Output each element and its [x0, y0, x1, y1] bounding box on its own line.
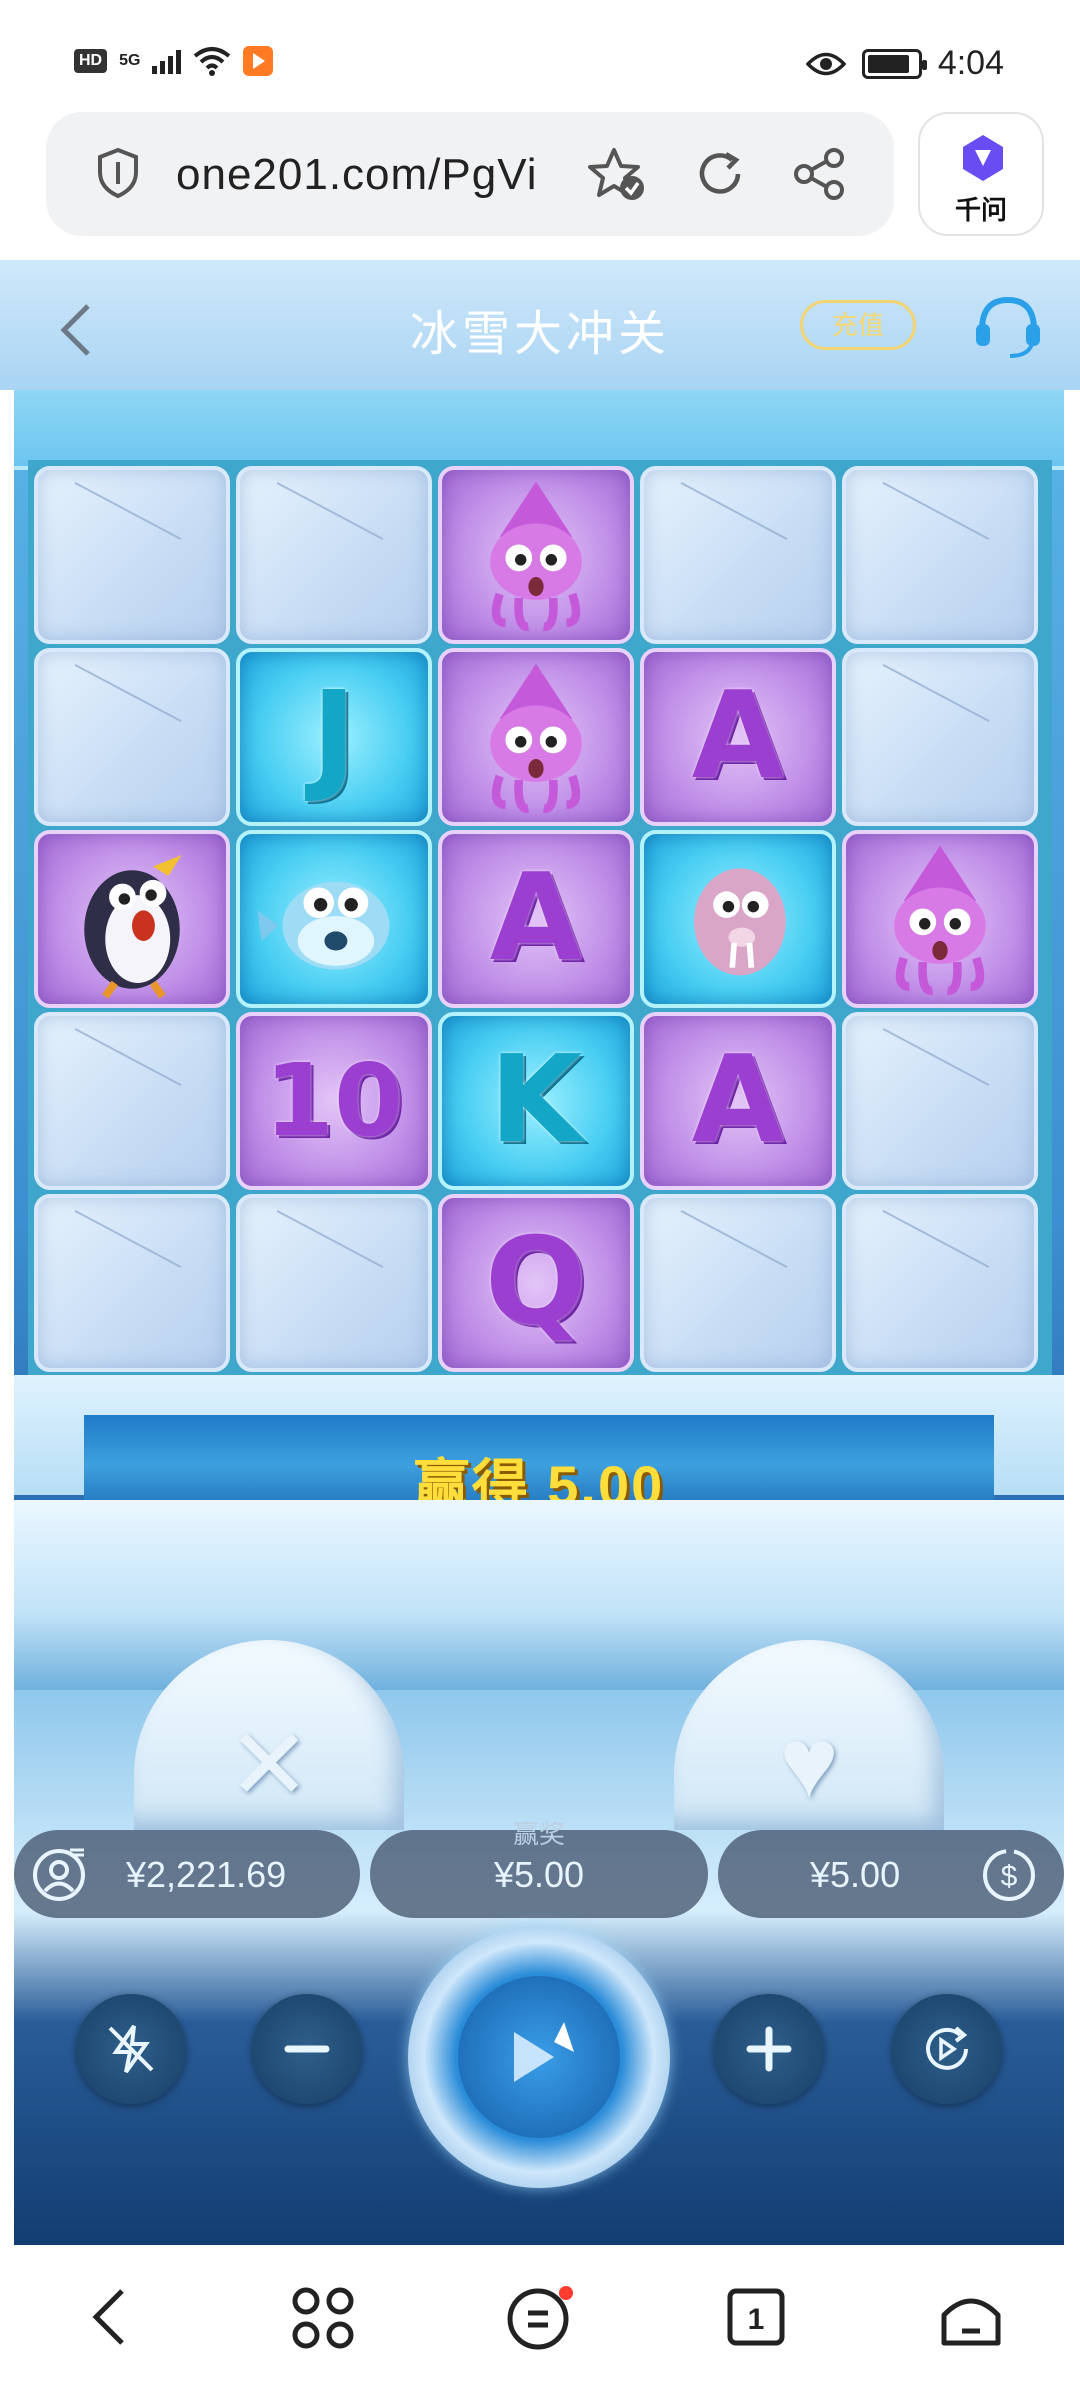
- snow-field: [14, 1500, 1064, 1690]
- grid-cell-ice: [640, 466, 836, 644]
- battery-icon: [861, 48, 927, 79]
- hd-badge: HD: [74, 49, 108, 73]
- grid-cell-ice: [34, 1012, 230, 1190]
- grid-cell-J: J: [236, 648, 432, 826]
- app-header: 冰雪大冲关 充值: [0, 260, 1080, 390]
- bet-pill[interactable]: ¥5.00 $: [718, 1830, 1064, 1918]
- ice-ceiling: [14, 390, 1064, 470]
- decrease-bet-button[interactable]: [252, 1994, 362, 2104]
- clock: 4:04: [937, 44, 1004, 82]
- autoplay-button[interactable]: [892, 1994, 1002, 2104]
- squid-icon: [490, 481, 582, 631]
- media-play-icon: [243, 46, 274, 76]
- qianwen-label: 千问: [954, 195, 1007, 225]
- browser-bottom-nav: 1: [0, 2245, 1080, 2388]
- status-right: 4:04: [805, 44, 1004, 83]
- grid-cell-ice: [34, 648, 230, 826]
- win-caption: 赢奖: [512, 1819, 565, 1849]
- turbo-button[interactable]: [76, 1994, 186, 2104]
- minus-icon: [284, 2045, 330, 2053]
- symbol-letter: 10: [264, 1042, 404, 1159]
- qianwen-logo-icon: [963, 135, 1003, 181]
- symbol-letter: Q: [484, 1213, 587, 1352]
- grid-cell-seal: [640, 830, 836, 1008]
- grid-cell-K: K: [438, 1012, 634, 1190]
- grid-cell-A: A: [640, 1012, 836, 1190]
- squid-icon: [490, 663, 582, 813]
- grid-cell-ice: [34, 466, 230, 644]
- bet-amount: ¥5.00: [810, 1854, 901, 1895]
- grid-cell-10: 10: [236, 1012, 432, 1190]
- grid-cell-ice: [640, 1194, 836, 1372]
- symbol-letter: A: [691, 667, 785, 806]
- autoplay-icon: [926, 2026, 968, 2070]
- grid-cell-ice: [842, 648, 1038, 826]
- network-type: 5G: [119, 52, 141, 69]
- url-text[interactable]: one201.com/PgVi: [176, 150, 538, 200]
- reel-grid: J A A 10 K A Q: [28, 460, 1052, 1384]
- grid-cell-ice: [236, 1194, 432, 1372]
- svg-text:1: 1: [748, 2303, 765, 2336]
- symbol-letter: K: [489, 1031, 583, 1170]
- plus-icon: [746, 2026, 792, 2072]
- grid-cell-ice: [842, 1194, 1038, 1372]
- grid-cell-penguin: [34, 830, 230, 1008]
- spin-button[interactable]: [408, 1926, 670, 2188]
- x-icon: ✕: [227, 1709, 311, 1821]
- penguin-icon: [84, 855, 182, 999]
- squid-icon: [894, 845, 986, 995]
- symbol-letter: J: [311, 667, 357, 806]
- refresh-icon[interactable]: [692, 146, 748, 202]
- wifi-icon: [194, 47, 231, 76]
- grid-cell-Q: Q: [438, 1194, 634, 1372]
- recharge-button[interactable]: 充值: [800, 300, 916, 350]
- grid-cell-squid: [842, 830, 1038, 1008]
- eye-icon: [805, 52, 846, 75]
- win-pill: 赢奖 ¥5.00: [370, 1819, 708, 1918]
- nav-tabs-icon[interactable]: 1: [724, 2285, 788, 2349]
- balance-pill[interactable]: ¥2,221.69: [14, 1830, 360, 1918]
- page-title: 冰雪大冲关: [409, 308, 670, 361]
- wallet-user-icon: [33, 1848, 85, 1901]
- grid-cell-ice: [236, 466, 432, 644]
- grid-cell-squid: [438, 648, 634, 826]
- symbol-letter: A: [691, 1031, 785, 1170]
- status-left: HD 5G: [74, 46, 274, 76]
- symbol-letter: A: [489, 849, 583, 988]
- nav-home-icon[interactable]: [938, 2285, 1004, 2349]
- share-icon[interactable]: [792, 146, 848, 202]
- turbo-off-icon: [108, 2024, 154, 2074]
- nav-back-icon[interactable]: [86, 2285, 134, 2349]
- address-bar[interactable]: one201.com/PgVi: [46, 112, 894, 236]
- spin-arrows-icon: [514, 2022, 574, 2082]
- win-amount: ¥5.00: [493, 1854, 585, 1895]
- grid-cell-squid: [438, 466, 634, 644]
- shield-icon[interactable]: [96, 146, 140, 200]
- increase-bet-button[interactable]: [714, 1994, 824, 2104]
- svg-text:$: $: [1001, 1860, 1018, 1893]
- grid-cell-pufferfish: [236, 830, 432, 1008]
- nav-menu-icon[interactable]: [504, 2285, 576, 2351]
- coin-icon[interactable]: $: [980, 1846, 1038, 1904]
- nav-apps-icon[interactable]: [290, 2285, 356, 2351]
- grid-cell-ice: [842, 1012, 1038, 1190]
- grid-cell-ice: [34, 1194, 230, 1372]
- balance-value: ¥2,221.69: [126, 1854, 287, 1895]
- seal-icon: [694, 868, 786, 976]
- grid-cell-A: A: [640, 648, 836, 826]
- qianwen-button[interactable]: 千问: [918, 112, 1044, 236]
- signal-icon: [152, 48, 182, 74]
- status-bar: HD 5G 4:04: [0, 0, 1080, 100]
- grid-cell-ice: [842, 466, 1038, 644]
- grid-cell-A: A: [438, 830, 634, 1008]
- customer-service-icon[interactable]: [972, 294, 1044, 360]
- favorite-star-icon[interactable]: [586, 146, 650, 204]
- game-canvas[interactable]: J A A 10 K A Q 赢得 5.00 ✕ ♥ ¥2,221.69 赢奖 …: [14, 390, 1064, 2245]
- pufferfish-icon: [257, 881, 390, 970]
- spin-core: [458, 1976, 620, 2138]
- heart-icon: ♥: [779, 1707, 839, 1819]
